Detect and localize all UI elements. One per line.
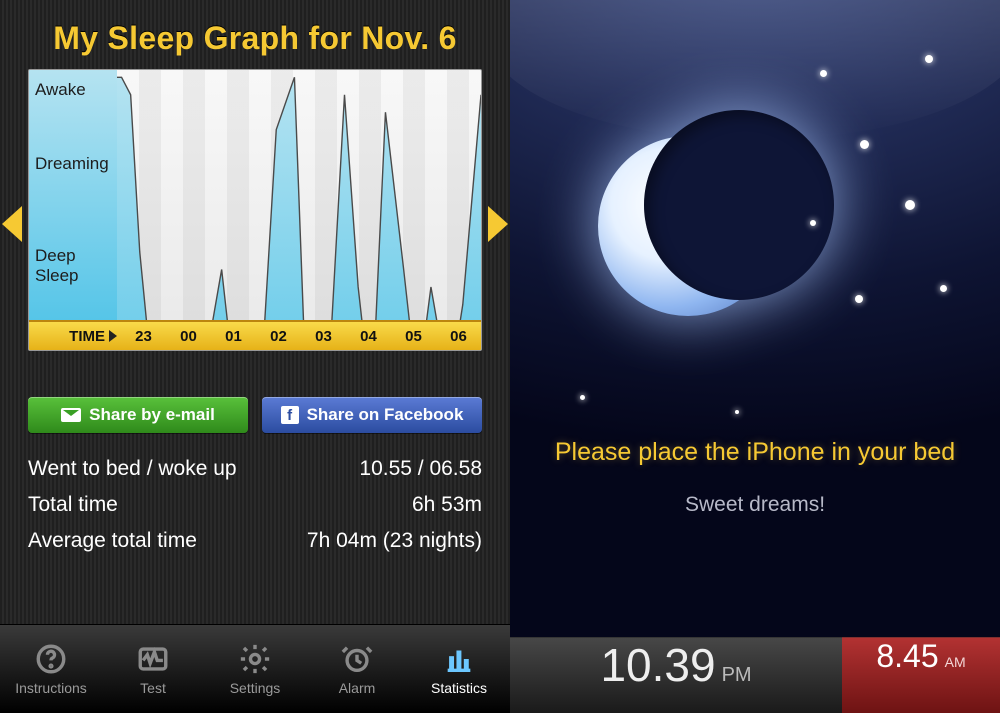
time-ticks: 23 00 01 02 03 04 05 06 xyxy=(121,328,481,345)
tab-label: Instructions xyxy=(15,680,87,696)
time-tick: 05 xyxy=(405,328,422,345)
share-email-button[interactable]: Share by e-mail xyxy=(28,397,248,433)
current-time-value: 10.39 xyxy=(600,638,715,692)
prev-day-arrow[interactable] xyxy=(2,206,22,242)
gear-icon xyxy=(238,642,272,676)
star-icon xyxy=(925,55,933,63)
moon-icon xyxy=(598,136,778,316)
sleep-chart: Awake Dreaming Deep Sleep xyxy=(28,69,482,351)
stat-value: 7h 04m (23 nights) xyxy=(307,529,482,553)
page-title: My Sleep Graph for Nov. 6 xyxy=(0,0,510,69)
alarm-time[interactable]: 8.45 AM xyxy=(842,637,1000,713)
current-time-ampm: PM xyxy=(722,664,752,687)
time-axis: TIME 23 00 01 02 03 04 05 06 xyxy=(29,320,481,350)
time-tick: 04 xyxy=(360,328,377,345)
sweet-dreams-text: Sweet dreams! xyxy=(510,493,1000,517)
envelope-icon xyxy=(61,408,81,422)
time-tick: 01 xyxy=(225,328,242,345)
alarm-time-ampm: AM xyxy=(945,654,966,670)
tab-label: Test xyxy=(140,680,166,696)
star-icon xyxy=(735,410,739,414)
y-label-deep: Deep Sleep xyxy=(35,246,78,286)
place-phone-prompt: Please place the iPhone in your bed xyxy=(510,438,1000,467)
y-label-dreaming: Dreaming xyxy=(35,154,109,174)
bar-chart-icon xyxy=(442,642,476,676)
tab-label: Settings xyxy=(230,680,281,696)
time-axis-arrow-icon xyxy=(109,330,117,342)
time-bar: 10.39 PM 8.45 AM xyxy=(510,637,1000,713)
stat-row: Went to bed / woke up 10.55 / 06.58 xyxy=(28,451,482,487)
share-row: Share by e-mail f Share on Facebook xyxy=(0,379,510,447)
star-icon xyxy=(860,140,869,149)
tab-instructions[interactable]: Instructions xyxy=(0,625,102,713)
stat-label: Average total time xyxy=(28,529,197,553)
tab-statistics[interactable]: Statistics xyxy=(408,625,510,713)
pulse-icon xyxy=(136,642,170,676)
chart-region: Awake Dreaming Deep Sleep xyxy=(0,69,510,379)
tab-label: Alarm xyxy=(339,680,376,696)
stats-block: Went to bed / woke up 10.55 / 06.58 Tota… xyxy=(0,447,510,559)
statistics-screen: My Sleep Graph for Nov. 6 Awake Dreaming… xyxy=(0,0,510,713)
stat-value: 6h 53m xyxy=(412,493,482,517)
star-icon xyxy=(940,285,947,292)
time-tick: 03 xyxy=(315,328,332,345)
sleep-prompt-screen: Please place the iPhone in your bed Swee… xyxy=(510,0,1000,713)
star-icon xyxy=(855,295,863,303)
share-facebook-label: Share on Facebook xyxy=(307,405,464,425)
time-axis-label: TIME xyxy=(69,328,105,345)
time-tick: 23 xyxy=(135,328,152,345)
share-email-label: Share by e-mail xyxy=(89,405,215,425)
star-icon xyxy=(580,395,585,400)
star-icon xyxy=(820,70,827,77)
tab-test[interactable]: Test xyxy=(102,625,204,713)
time-tick: 06 xyxy=(450,328,467,345)
y-axis: Awake Dreaming Deep Sleep xyxy=(29,70,119,322)
time-tick: 00 xyxy=(180,328,197,345)
next-day-arrow[interactable] xyxy=(488,206,508,242)
tab-bar: Instructions Test Settings Alarm xyxy=(0,624,510,713)
alarm-icon xyxy=(340,642,374,676)
night-sky: Please place the iPhone in your bed Swee… xyxy=(510,0,1000,637)
stat-label: Went to bed / woke up xyxy=(28,457,237,481)
star-icon xyxy=(905,200,915,210)
tab-settings[interactable]: Settings xyxy=(204,625,306,713)
stat-row: Total time 6h 53m xyxy=(28,487,482,523)
screen-gloss xyxy=(510,0,1000,140)
stat-value: 10.55 / 06.58 xyxy=(359,457,482,481)
current-time: 10.39 PM xyxy=(510,637,842,713)
star-icon xyxy=(810,220,816,226)
time-tick: 02 xyxy=(270,328,287,345)
stat-label: Total time xyxy=(28,493,118,517)
alarm-time-value: 8.45 xyxy=(876,638,938,675)
chart-plot xyxy=(117,70,481,322)
share-facebook-button[interactable]: f Share on Facebook xyxy=(262,397,482,433)
tab-alarm[interactable]: Alarm xyxy=(306,625,408,713)
tab-label: Statistics xyxy=(431,680,487,696)
stat-row: Average total time 7h 04m (23 nights) xyxy=(28,523,482,559)
y-label-awake: Awake xyxy=(35,80,86,100)
help-icon xyxy=(34,642,68,676)
chart-svg xyxy=(117,70,481,351)
facebook-icon: f xyxy=(281,406,299,424)
